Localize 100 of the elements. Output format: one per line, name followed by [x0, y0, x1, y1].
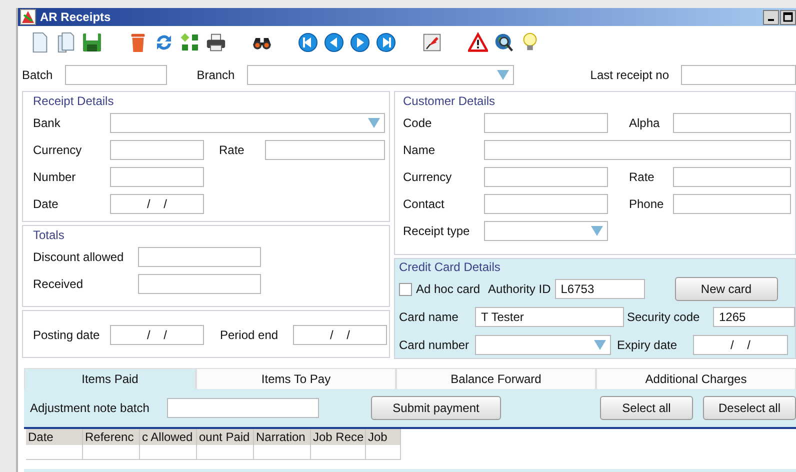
copy-documents-icon[interactable]: [56, 32, 76, 52]
field-label: Adjustment note batch: [30, 401, 150, 415]
tab[interactable]: Items Paid: [24, 368, 196, 389]
security-code-field[interactable]: 1265: [713, 307, 795, 327]
field-label: Authority ID: [488, 282, 551, 296]
currency-field[interactable]: [110, 140, 204, 160]
group-title: Credit Card Details: [398, 259, 502, 275]
table-cell: [197, 445, 254, 460]
tab[interactable]: Items To Pay: [196, 368, 396, 389]
printer-icon[interactable]: [206, 32, 226, 52]
branch-dropdown[interactable]: [246, 65, 514, 85]
submit-payment-button[interactable]: Submit payment: [371, 396, 501, 420]
dropdown-arrow-icon: [496, 70, 509, 80]
last-record-icon[interactable]: [376, 32, 396, 52]
group-title: Customer Details: [403, 93, 496, 109]
field-label: Alpha: [629, 116, 661, 130]
adjustment-note-batch-field[interactable]: [167, 398, 319, 418]
select-all-button[interactable]: Select all: [600, 396, 693, 420]
expiry-date-field[interactable]: / /: [693, 335, 788, 355]
last-receipt-no-field[interactable]: [681, 65, 796, 85]
rate-field[interactable]: [673, 166, 791, 186]
column-header[interactable]: ount Paid: [197, 429, 254, 445]
tab[interactable]: Balance Forward: [396, 368, 596, 389]
dropdown-arrow-icon: [594, 340, 606, 350]
pinned-note-icon[interactable]: [422, 32, 442, 52]
card-name-field[interactable]: T Tester: [475, 307, 624, 327]
bank-dropdown[interactable]: [110, 112, 385, 132]
currency-field[interactable]: [484, 166, 608, 186]
field-label: Number: [33, 170, 77, 184]
checkbox[interactable]: [399, 282, 412, 296]
field-label: Expiry date: [617, 338, 678, 352]
field-label: Last receipt no: [590, 68, 669, 82]
table-cell: [254, 445, 311, 460]
field-label: Security code: [627, 310, 701, 324]
tab[interactable]: Additional Charges: [596, 368, 796, 389]
date-field[interactable]: / /: [110, 194, 204, 214]
field-label: Posting date: [33, 328, 101, 342]
phone-field[interactable]: [673, 194, 791, 214]
contact-field[interactable]: [484, 194, 608, 214]
table-cell: [366, 445, 401, 460]
table-cell: [311, 445, 366, 460]
column-header[interactable]: Referenc: [83, 429, 140, 445]
field-label: Period end: [220, 328, 280, 342]
card-number-dropdown[interactable]: [475, 335, 611, 355]
warning-icon[interactable]: [468, 32, 488, 52]
field-label: Date: [33, 196, 60, 210]
field-label: Rate: [629, 170, 656, 184]
deselect-all-button[interactable]: Deselect all: [703, 396, 796, 420]
field-label: Name: [403, 142, 436, 156]
column-header[interactable]: c Allowed: [140, 429, 197, 445]
field-label: Currency: [33, 142, 83, 156]
field-label: Rate: [219, 142, 246, 156]
table-cell: [26, 445, 83, 460]
period-end-field[interactable]: / /: [293, 324, 387, 344]
field-label: Received: [33, 276, 84, 290]
rate-field[interactable]: [265, 140, 385, 160]
code-field[interactable]: [484, 112, 608, 132]
column-header[interactable]: Narration: [254, 429, 311, 445]
next-record-icon[interactable]: [350, 32, 370, 52]
receipt-type-dropdown[interactable]: [484, 220, 608, 240]
number-field[interactable]: [110, 166, 204, 186]
dropdown-arrow-icon: [368, 118, 380, 128]
name-field[interactable]: [484, 140, 791, 160]
column-header[interactable]: Job: [366, 429, 401, 445]
grid-icon[interactable]: [180, 32, 200, 52]
dropdown-arrow-icon: [591, 226, 603, 236]
field-label: Bank: [33, 116, 62, 130]
posting-date-field[interactable]: / /: [110, 324, 204, 344]
field-label: Branch: [196, 68, 235, 82]
field-label: Contact: [403, 196, 446, 210]
field-label: Discount allowed: [33, 250, 125, 264]
minimize-button[interactable]: [763, 10, 779, 24]
table-cell: [83, 445, 140, 460]
field-label: Code: [403, 116, 433, 130]
window-title: AR Receipts: [40, 10, 111, 24]
alpha-field[interactable]: [673, 112, 791, 132]
maximize-icon: [783, 12, 793, 22]
previous-record-icon[interactable]: [324, 32, 344, 52]
field-label: Card name: [399, 310, 460, 324]
save-icon[interactable]: [82, 32, 102, 52]
authority-id-field[interactable]: L6753: [554, 279, 645, 299]
field-label: Phone: [629, 196, 665, 210]
group-title: Totals: [33, 227, 66, 243]
new-card-button[interactable]: New card: [674, 277, 778, 301]
column-header[interactable]: Date: [26, 429, 83, 445]
table-cell: [140, 445, 197, 460]
first-record-icon[interactable]: [298, 32, 318, 52]
batch-field[interactable]: [64, 65, 167, 85]
received-field[interactable]: [138, 274, 261, 294]
maximize-button[interactable]: [780, 10, 796, 24]
field-label: Currency: [403, 170, 453, 184]
globe-search-icon[interactable]: [494, 32, 514, 52]
column-header[interactable]: Job Rece: [311, 429, 366, 445]
field-label: Card number: [399, 338, 470, 352]
discount-allowed-field[interactable]: [138, 246, 261, 266]
field-label: Receipt type: [403, 224, 471, 238]
new-document-icon[interactable]: [30, 32, 50, 52]
group-title: Receipt Details: [33, 93, 115, 109]
checkbox-label: Ad hoc card: [416, 282, 480, 296]
field-label: Batch: [22, 68, 53, 82]
